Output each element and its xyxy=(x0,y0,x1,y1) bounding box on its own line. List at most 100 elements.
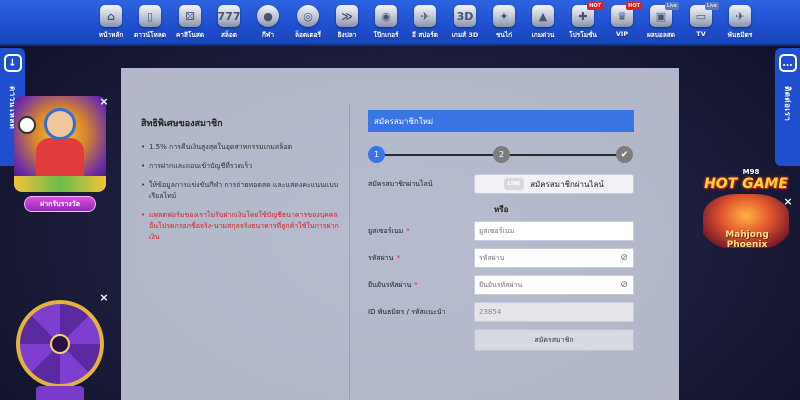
password-label: รหัสผ่าน * xyxy=(368,253,400,264)
form-header: สมัครสมาชิกใหม่ xyxy=(368,110,634,132)
username-label-text: ยูสเซอร์เนม xyxy=(368,227,404,235)
chat-icon: … xyxy=(778,54,797,72)
close-icon[interactable]: × xyxy=(98,292,110,304)
required-mark: * xyxy=(396,254,400,262)
nav-item-home[interactable]: ⌂ หน้าหลัก xyxy=(91,5,131,45)
nav-item-label: หน้าหลัก xyxy=(98,31,124,39)
password-row: รหัสผ่าน * ⊘ xyxy=(368,248,634,268)
line-icon: LINE xyxy=(504,178,525,190)
nav-item-esport[interactable]: ✈ อี สปอร์ต xyxy=(405,5,445,45)
required-mark: * xyxy=(414,281,418,289)
or-separator: หรือ xyxy=(368,201,634,221)
contact-side-tab[interactable]: … ติดต่อเรา xyxy=(775,48,800,166)
nav-item-label: พันธมิตร xyxy=(727,31,753,39)
contact-side-tab-label: ติดต่อเรา xyxy=(783,86,792,122)
member-benefits: สิทธิพิเศษของสมาชิก 1.5% การคืนเงินสูงสุ… xyxy=(141,116,341,251)
partner-id-label: ID พันธมิตร / รหัสแนะนำ xyxy=(368,308,446,316)
step-1: 1 xyxy=(368,146,385,163)
nav-item-label: อี สปอร์ต xyxy=(412,31,438,39)
confirm-password-label-text: ยืนยันรหัสผ่าน xyxy=(368,281,412,289)
eye-off-icon[interactable]: ⊘ xyxy=(620,280,628,290)
partner-icon: ✈ xyxy=(729,5,751,27)
nav-item-label: ดาวน์โหลด xyxy=(134,31,166,39)
nav-item-live-score[interactable]: ▣ Live ผลบอลสด xyxy=(641,2,681,45)
nav-item-ball[interactable]: ● กีฬา xyxy=(248,5,288,45)
nav-item-phone[interactable]: ▯ ดาวน์โหลด xyxy=(130,5,170,45)
username-row: ยูสเซอร์เนม * xyxy=(368,221,634,241)
poker-icon: ◉ xyxy=(375,5,397,27)
step-done-icon: ✔ xyxy=(616,146,633,163)
username-label: ยูสเซอร์เนม * xyxy=(368,226,410,237)
nav-item-label: โป๊กเกอร์ xyxy=(373,31,399,39)
username-input[interactable] xyxy=(474,221,634,241)
dice-icon: ⚄ xyxy=(179,5,201,27)
nav-item-slot[interactable]: 777 สล็อต xyxy=(209,5,249,45)
game-title: Mahjong Phoenix xyxy=(725,230,769,250)
ball-icon: ● xyxy=(257,5,279,27)
nav-item-label: โปรโมชั่น xyxy=(569,31,597,39)
confirm-password-input[interactable] xyxy=(474,275,634,295)
nav-item-vip[interactable]: ♛ HOT VIP xyxy=(602,2,642,45)
football-icon xyxy=(18,116,36,134)
nav-item-tv[interactable]: ▭ Live TV xyxy=(681,2,721,45)
player-head xyxy=(44,108,76,140)
nav-item-rooster[interactable]: ✦ ชนไก่ xyxy=(484,5,524,45)
wheel-stand xyxy=(36,386,84,400)
required-mark: * xyxy=(406,227,410,235)
nav-item-partner[interactable]: ✈ พันธมิตร xyxy=(720,5,760,45)
benefits-list: 1.5% การคืนเงินสูงสุดในอุตสาหกรรมเกมสล็อ… xyxy=(141,142,341,243)
top-nav: ⌂ หน้าหลัก ▯ ดาวน์โหลด ⚄ คาสิโนสด 777 สล็อต ● กีฬ… xyxy=(0,0,800,46)
benefits-title: สิทธิพิเศษของสมาชิก xyxy=(141,119,223,129)
nav-item-label: กีฬา xyxy=(261,31,275,39)
nav-item-poker[interactable]: ◉ โป๊กเกอร์ xyxy=(366,5,406,45)
nav-item-label: TV xyxy=(696,30,706,38)
promo-football-art xyxy=(14,96,106,192)
line-register-button-label: สมัครสมาชิกผ่านไลน์ xyxy=(530,179,604,189)
hot-badge: HOT xyxy=(587,2,603,10)
lucky-wheel[interactable] xyxy=(14,296,106,400)
confirm-password-row: ยืนยันรหัสผ่าน * ⊘ xyxy=(368,275,634,295)
nav-item-gift[interactable]: ✚ HOT โปรโมชั่น xyxy=(563,2,603,45)
nav-item-dice[interactable]: ⚄ คาสิโนสด xyxy=(170,5,210,45)
rocket-icon: ▲ xyxy=(532,5,554,27)
line-register-button[interactable]: LINE สมัครสมาชิกผ่านไลน์ xyxy=(474,174,634,194)
close-icon[interactable]: × xyxy=(98,96,110,108)
nav-item-rocket[interactable]: ▲ เกมด่วน xyxy=(523,5,563,45)
line-register-label: สมัครสมาชิกผ่านไลน์ xyxy=(368,180,433,188)
nav-item-label: ยิงปลา xyxy=(337,31,357,39)
partner-id-input xyxy=(474,302,634,322)
close-icon[interactable]: × xyxy=(782,196,794,208)
fish-icon: ≫ xyxy=(336,5,358,27)
line-register-row: สมัครสมาชิกผ่านไลน์ LINE สมัครสมาชิกผ่าน… xyxy=(368,174,634,194)
home-icon: ⌂ xyxy=(100,5,122,27)
download-icon: ↓ xyxy=(3,54,22,72)
promo-brand: M98 xyxy=(742,168,760,176)
register-submit-button[interactable]: สมัครสมาชิก xyxy=(474,329,634,351)
register-form: สมัครสมาชิกใหม่ 1 2 ✔ สมัครสมาชิกผ่านไลน… xyxy=(368,110,634,351)
live-badge: Live xyxy=(664,2,679,10)
or-text: หรือ xyxy=(494,205,509,214)
lottery-icon: ◎ xyxy=(297,5,319,27)
hot-game-promo[interactable]: M98 HOT GAME Mahjong Phoenix xyxy=(698,168,794,268)
nav-item-label: ล็อตเตอรี่ xyxy=(295,31,321,39)
hot-badge: HOT xyxy=(626,2,642,10)
nav-item-lottery[interactable]: ◎ ล็อตเตอรี่ xyxy=(288,5,328,45)
panel-divider xyxy=(349,104,350,400)
step-2: 2 xyxy=(493,146,510,163)
nav-item-3d[interactable]: 3D เกมส์ 3D xyxy=(445,5,485,45)
nav-item-label: VIP xyxy=(615,30,629,38)
esport-icon: ✈ xyxy=(414,5,436,27)
slot-icon: 777 xyxy=(218,5,240,27)
deposit-promo[interactable]: ฝากรับรางวัล xyxy=(14,96,106,212)
eye-off-icon[interactable]: ⊘ xyxy=(620,253,628,263)
benefit-item: ให้ข้อมูลการแข่งขันกีฬา การถ่ายทอดสด และ… xyxy=(141,180,341,202)
benefit-item: 1.5% การคืนเงินสูงสุดในอุตสาหกรรมเกมสล็อ… xyxy=(141,142,341,153)
nav-item-label: เกมด่วน xyxy=(531,31,555,39)
nav-item-fish[interactable]: ≫ ยิงปลา xyxy=(327,5,367,45)
partner-id-row: ID พันธมิตร / รหัสแนะนำ xyxy=(368,302,634,322)
benefit-item: การฝากและถอนเข้าบัญชีที่รวดเร็ว xyxy=(141,161,341,172)
deposit-reward-button[interactable]: ฝากรับรางวัล xyxy=(24,196,96,212)
password-input[interactable] xyxy=(474,248,634,268)
hot-game-title: HOT GAME xyxy=(704,176,788,192)
confirm-password-label: ยืนยันรหัสผ่าน * xyxy=(368,280,418,291)
